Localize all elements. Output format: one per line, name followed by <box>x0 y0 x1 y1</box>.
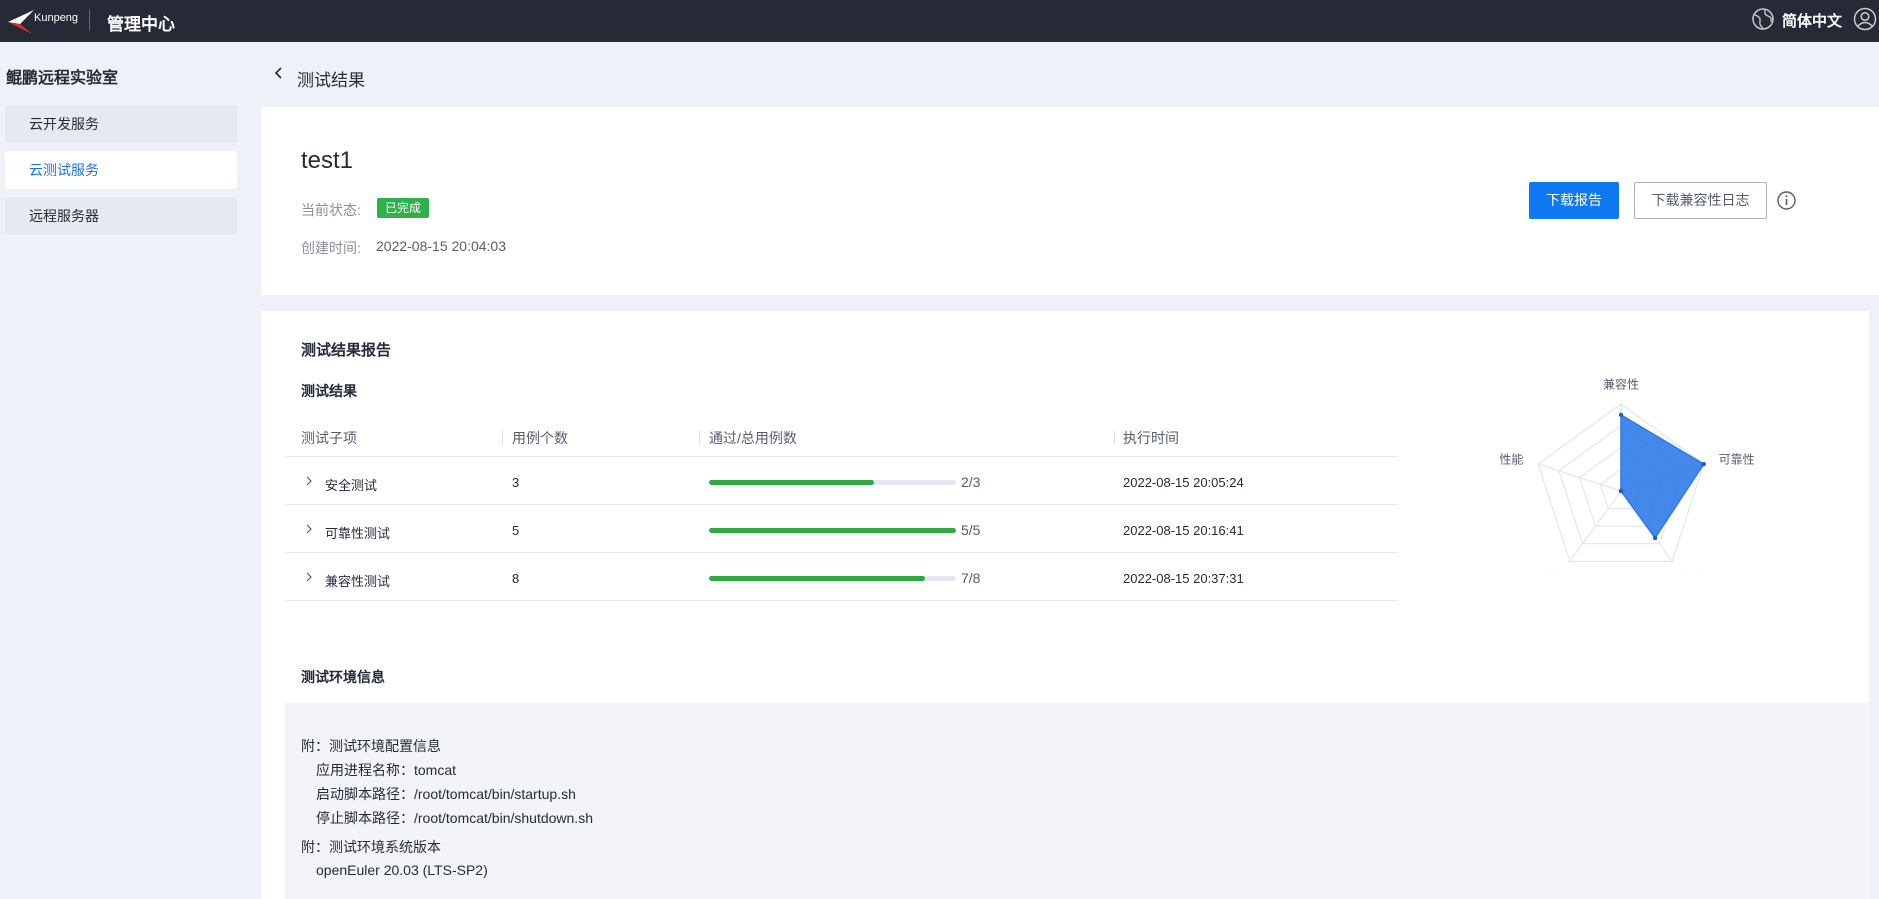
chevron-right-icon[interactable] <box>304 572 314 582</box>
status-badge: 已完成 <box>377 198 429 218</box>
language-selector[interactable]: 简体中文 <box>1782 10 1842 31</box>
download-report-button[interactable]: 下载报告 <box>1529 182 1619 219</box>
radar-axis-label: 安全 <box>1681 574 1705 576</box>
radar-axis-line <box>1538 463 1622 492</box>
row-case-count: 8 <box>512 571 520 586</box>
status-label: 当前状态: <box>301 202 361 218</box>
row-item-name: 兼容性测试 <box>325 574 391 589</box>
pass-progress-bar <box>709 480 956 485</box>
env-config-item: 应用进程名称：tomcat <box>316 762 457 778</box>
column-header-exec-time: 执行时间 <box>1123 430 1179 446</box>
test-report-card: 测试结果报告 测试结果 测试子项 用例个数 通过/总用例数 执行时间 安全测试 … <box>261 311 1869 899</box>
download-log-button[interactable]: 下载兼容性日志 <box>1634 182 1767 219</box>
radar-chart: 兼容性可靠性安全功能 性能 <box>1499 376 1755 576</box>
top-bar: Kunpeng 管理中心 简体中文 <box>0 0 1879 42</box>
results-title: 测试结果 <box>301 383 357 399</box>
pass-ratio-text: 7/8 <box>961 570 981 586</box>
radar-axis-label: 性能 <box>1499 452 1523 466</box>
row-case-count: 3 <box>512 475 520 490</box>
brand-name[interactable]: Kunpeng <box>34 12 78 24</box>
column-header-item: 测试子项 <box>301 430 357 446</box>
env-config-heading: 附：测试环境配置信息 <box>301 738 441 754</box>
page-title: 测试结果 <box>297 71 365 90</box>
row-case-count: 5 <box>512 523 520 538</box>
pass-progress-fill <box>709 528 956 533</box>
row-item-name: 安全测试 <box>325 478 378 493</box>
radar-axis-label: 可靠性 <box>1719 452 1755 466</box>
report-title: 测试结果报告 <box>301 342 392 359</box>
row-exec-time: 2022-08-15 20:37:31 <box>1123 571 1244 586</box>
column-header-pass-ratio: 通过/总用例数 <box>709 430 797 446</box>
back-arrow-icon[interactable] <box>272 66 286 80</box>
globe-icon[interactable] <box>1751 7 1775 31</box>
table-row-divider <box>285 504 1399 505</box>
chevron-right-icon[interactable] <box>304 476 314 486</box>
created-time-label: 创建时间: <box>301 240 361 256</box>
env-os-heading: 附：测试环境系统版本 <box>301 839 441 855</box>
radar-axis-label: 功能 <box>1537 575 1561 576</box>
pass-progress-fill <box>709 480 874 485</box>
environment-info-box: 附：测试环境配置信息 应用进程名称：tomcat 启动脚本路径：/root/to… <box>285 703 1869 899</box>
header-divider <box>89 9 90 31</box>
env-config-item: 停止脚本路径：/root/tomcat/bin/shutdown.sh <box>316 810 593 826</box>
sidebar-item-cloud-dev[interactable]: 云开发服务 <box>5 105 237 143</box>
user-icon[interactable] <box>1853 7 1877 31</box>
pass-ratio-text: 2/3 <box>961 474 981 490</box>
column-separator <box>699 430 700 444</box>
sidebar-item-remote-server[interactable]: 远程服务器 <box>5 197 237 235</box>
sidebar-item-cloud-test[interactable]: 云测试服务 <box>5 151 237 189</box>
sidebar-title: 鲲鹏远程实验室 <box>6 70 119 87</box>
env-os-version: openEuler 20.03 (LTS-SP2) <box>316 862 488 878</box>
row-item-name: 可靠性测试 <box>325 526 391 541</box>
table-row-divider <box>285 552 1399 553</box>
created-time-value: 2022-08-15 20:04:03 <box>376 238 506 254</box>
app-title: 管理中心 <box>107 15 175 34</box>
pass-progress-fill <box>709 576 926 581</box>
pass-progress-bar <box>709 576 956 581</box>
table-header-divider <box>285 456 1399 457</box>
radar-data-point <box>1618 488 1624 494</box>
column-separator <box>1114 430 1115 444</box>
chevron-right-icon[interactable] <box>304 524 314 534</box>
column-separator <box>502 430 503 444</box>
radar-axis-label: 兼容性 <box>1603 376 1639 391</box>
task-name: test1 <box>301 147 354 174</box>
env-config-item: 启动脚本路径：/root/tomcat/bin/startup.sh <box>316 786 576 802</box>
radar-data-point <box>1618 412 1624 418</box>
pass-progress-bar <box>709 528 956 533</box>
column-header-count: 用例个数 <box>512 430 568 446</box>
environment-title: 测试环境信息 <box>301 669 385 685</box>
kunpeng-logo-icon[interactable] <box>6 6 36 36</box>
radar-data-point <box>1701 461 1706 467</box>
radar-data-point <box>1652 535 1658 541</box>
row-exec-time: 2022-08-15 20:16:41 <box>1123 523 1244 538</box>
table-row-divider <box>285 600 1399 601</box>
row-exec-time: 2022-08-15 20:05:24 <box>1123 475 1244 490</box>
info-icon[interactable] <box>1776 190 1797 211</box>
task-summary-card: test1 当前状态: 已完成 创建时间: 2022-08-15 20:04:0… <box>261 107 1879 295</box>
radar-data-area <box>1620 413 1705 540</box>
pass-ratio-text: 5/5 <box>961 522 981 538</box>
